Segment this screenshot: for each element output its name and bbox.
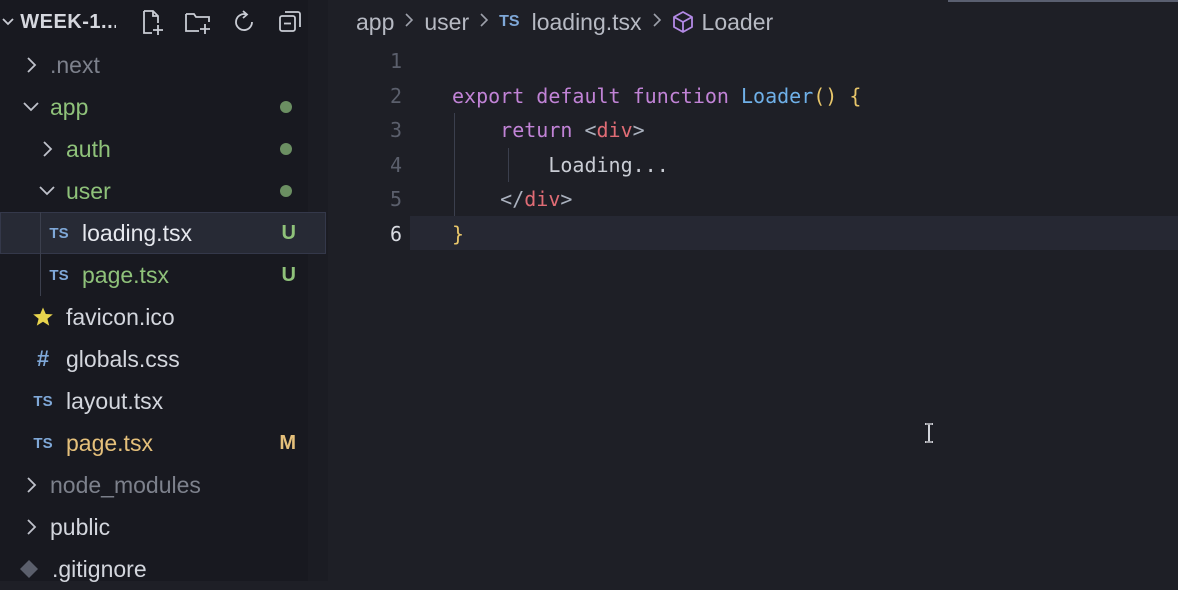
new-folder-icon[interactable] <box>180 4 216 40</box>
explorer-title[interactable]: WEEK-1... <box>20 11 116 34</box>
line-number: 5 <box>389 187 402 211</box>
typescript-file-icon: TS <box>49 224 69 242</box>
git-file-icon <box>14 559 44 579</box>
breadcrumb-symbol[interactable]: Loader <box>702 9 774 36</box>
line-number: 4 <box>389 152 402 177</box>
chevron-down-icon <box>20 100 42 114</box>
line-number-gutter: 1 2 3 4 5 6 <box>360 44 410 251</box>
tree-item-label: auth <box>66 135 111 162</box>
git-status-badge: M <box>279 431 296 454</box>
code-line-1[interactable] <box>452 44 1178 79</box>
explorer-header: WEEK-1... <box>0 0 308 44</box>
git-status-badge: U <box>281 263 296 286</box>
typescript-file-icon: TS <box>499 13 520 30</box>
tree-item-layout-tsx[interactable]: TS layout.tsx <box>0 380 326 422</box>
line-number: 3 <box>389 118 402 142</box>
token-keyword: function <box>632 83 729 108</box>
code-line-5[interactable]: </div> <box>452 182 1178 217</box>
token-tag: div <box>524 187 561 211</box>
collapse-all-icon[interactable] <box>272 4 308 40</box>
chevron-right-icon <box>404 11 414 34</box>
text-cursor-icon <box>925 423 933 443</box>
tree-item-label: .next <box>50 51 100 78</box>
chevron-right-icon <box>20 518 42 536</box>
tree-item-user[interactable]: user <box>0 170 326 212</box>
cube-icon <box>672 10 694 34</box>
token-punct: > <box>632 118 645 142</box>
token-bracket: } <box>452 221 465 246</box>
tree-item-label: globals.css <box>66 345 180 372</box>
git-status-dot <box>280 101 292 113</box>
tree-item-app[interactable]: app <box>0 86 326 128</box>
typescript-file-icon: TS <box>33 434 53 452</box>
token-keyword: default <box>536 83 621 108</box>
breadcrumb-file[interactable]: loading.tsx <box>532 9 642 36</box>
explorer-actions <box>134 4 308 40</box>
new-file-icon[interactable] <box>134 4 170 40</box>
tree-item-public[interactable]: public <box>0 506 326 548</box>
git-status-dot <box>280 185 292 197</box>
git-status-dot <box>280 143 292 155</box>
tree-item-label: page.tsx <box>66 429 153 456</box>
typescript-file-icon: TS <box>33 392 53 410</box>
token-keyword: return <box>500 118 573 142</box>
breadcrumb: app user TS loading.tsx Loader <box>356 0 773 44</box>
tree-item-favicon-ico[interactable]: favicon.ico <box>0 296 326 338</box>
token-function-name: Loader <box>741 83 814 108</box>
token-bracket: { <box>849 83 862 108</box>
chevron-right-icon <box>479 11 489 34</box>
tree-item-label: loading.tsx <box>82 219 192 246</box>
star-icon <box>28 306 58 328</box>
chevron-right-icon <box>36 140 58 158</box>
tree-item-label: layout.tsx <box>66 387 164 414</box>
tree-item-next[interactable]: .next <box>0 44 326 86</box>
tree-item-globals-css[interactable]: # globals.css <box>0 338 326 380</box>
token-bracket: () <box>813 83 838 108</box>
code-line-3[interactable]: return <div> <box>452 113 1178 148</box>
tree-item-auth[interactable]: auth <box>0 128 326 170</box>
token-text: Loading... <box>548 152 669 177</box>
line-number: 6 <box>389 221 402 246</box>
css-hash-icon: # <box>36 346 50 371</box>
refresh-icon[interactable] <box>226 4 262 40</box>
line-number: 1 <box>389 49 402 73</box>
token-keyword: export <box>452 83 525 108</box>
file-tree: .next app auth user TS loading.tsx U TS page.tsx… <box>0 44 326 590</box>
code-line-2[interactable]: export default function Loader() { <box>452 79 1178 114</box>
code-line-4[interactable]: Loading... <box>452 148 1178 183</box>
tree-item-page-tsx-nested[interactable]: TS page.tsx U <box>0 254 326 296</box>
tree-item-label: favicon.ico <box>66 303 175 330</box>
breadcrumb-user[interactable]: user <box>424 9 469 36</box>
tree-item-label: user <box>66 177 111 204</box>
line-number: 2 <box>389 83 402 108</box>
token-punct: </ <box>500 187 525 211</box>
code-editor[interactable]: export default function Loader() { retur… <box>452 44 1178 251</box>
tree-indent-guide <box>40 254 41 296</box>
token-tag: div <box>596 118 633 142</box>
token-punct: < <box>584 118 597 142</box>
tree-item-page-tsx[interactable]: TS page.tsx M <box>0 422 326 464</box>
breadcrumb-app[interactable]: app <box>356 9 394 36</box>
tree-item-label: page.tsx <box>82 261 169 288</box>
chevron-right-icon <box>20 476 42 494</box>
token-punct: > <box>560 187 573 211</box>
chevron-right-icon <box>20 56 42 74</box>
tree-item-gitignore[interactable]: .gitignore <box>0 548 326 590</box>
tree-item-label: app <box>50 93 89 120</box>
chevron-down-icon[interactable] <box>0 0 16 44</box>
tree-item-node-modules[interactable]: node_modules <box>0 464 326 506</box>
code-line-6[interactable]: } <box>452 217 1178 252</box>
typescript-file-icon: TS <box>49 266 69 284</box>
tree-item-loading-tsx-nested[interactable]: TS loading.tsx U <box>0 212 326 254</box>
chevron-down-icon <box>36 184 58 198</box>
tree-item-label: node_modules <box>50 471 201 498</box>
git-status-badge: U <box>281 221 296 244</box>
tree-item-label: .gitignore <box>52 555 147 582</box>
tree-indent-guide <box>40 212 41 254</box>
editor-tab-edge <box>948 0 1178 2</box>
chevron-right-icon <box>652 11 662 34</box>
tree-item-label: public <box>50 513 111 540</box>
